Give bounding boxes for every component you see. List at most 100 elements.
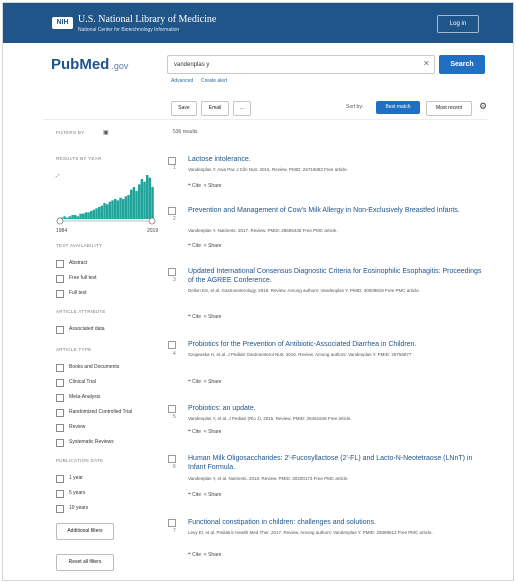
result-title[interactable]: Prevention and Management of Cow's Milk …: [188, 206, 488, 215]
year-bar[interactable]: [92, 209, 96, 219]
year-bar[interactable]: [74, 215, 77, 219]
year-bar[interactable]: [111, 200, 114, 219]
year-bar[interactable]: [151, 187, 154, 219]
result-checkbox[interactable]: [168, 207, 176, 215]
full-text-checkbox[interactable]: [56, 290, 64, 298]
cite-button[interactable]: Cite: [192, 183, 201, 189]
year-bar[interactable]: [68, 216, 72, 219]
full-text-label[interactable]: Full text: [69, 290, 87, 296]
share-button[interactable]: Share: [208, 183, 221, 189]
year-bar[interactable]: [95, 208, 98, 219]
review-checkbox[interactable]: [56, 424, 64, 432]
systematic-reviews-checkbox[interactable]: [56, 439, 64, 447]
free-full-text-checkbox[interactable]: [56, 275, 64, 283]
systematic-reviews-label[interactable]: Systematic Reviews: [69, 439, 114, 445]
year-bar[interactable]: [63, 216, 66, 219]
sort-best-match-button[interactable]: Best match: [376, 101, 420, 114]
share-button[interactable]: Share: [208, 492, 221, 498]
year-bar[interactable]: [127, 195, 130, 219]
one-year-label[interactable]: 1 year: [69, 475, 83, 481]
year-bar[interactable]: [66, 217, 69, 219]
email-button[interactable]: Email: [201, 101, 229, 116]
year-bar[interactable]: [135, 191, 138, 219]
login-button[interactable]: Log in: [437, 15, 479, 33]
cite-button[interactable]: Cite: [192, 552, 201, 558]
more-actions-button[interactable]: ...: [233, 101, 251, 116]
cite-button[interactable]: Cite: [192, 379, 201, 385]
cite-button[interactable]: Cite: [192, 314, 201, 320]
advanced-search-link[interactable]: Advanced: [171, 78, 193, 84]
year-bar[interactable]: [79, 213, 82, 219]
year-bar[interactable]: [146, 175, 149, 219]
sort-most-recent-button[interactable]: Most recent: [426, 101, 472, 116]
search-button[interactable]: Search: [439, 55, 485, 74]
additional-filters-button[interactable]: Additional filters: [56, 523, 114, 540]
year-bar[interactable]: [122, 199, 125, 219]
pubmed-logo[interactable]: PubMed .gov: [51, 56, 128, 73]
year-bar[interactable]: [124, 196, 128, 219]
save-button[interactable]: Save: [171, 101, 197, 116]
result-checkbox[interactable]: [168, 405, 176, 413]
share-button[interactable]: Share: [208, 243, 221, 249]
result-title[interactable]: Updated International Consensus Diagnost…: [188, 267, 488, 285]
year-bar[interactable]: [140, 179, 144, 219]
clinical-trial-label[interactable]: Clinical Trial: [69, 379, 96, 385]
year-bar[interactable]: [82, 213, 85, 219]
year-bar[interactable]: [132, 187, 136, 219]
result-checkbox[interactable]: [168, 455, 176, 463]
close-icon[interactable]: ✕: [423, 59, 430, 68]
books-documents-checkbox[interactable]: [56, 364, 64, 372]
year-bar[interactable]: [119, 197, 122, 219]
result-checkbox[interactable]: [168, 157, 176, 165]
ten-years-label[interactable]: 10 years: [69, 505, 88, 511]
review-label[interactable]: Review: [69, 424, 85, 430]
year-bar[interactable]: [148, 177, 152, 219]
gear-icon[interactable]: ⚙: [479, 101, 487, 112]
filter-toggle-icon[interactable]: ▣: [103, 129, 109, 136]
year-bar[interactable]: [71, 215, 74, 219]
rct-checkbox[interactable]: [56, 409, 64, 417]
rct-label[interactable]: Randomized Controlled Trial: [69, 409, 132, 415]
results-by-year-chart[interactable]: [56, 169, 156, 227]
nih-logo[interactable]: NIH: [52, 17, 73, 29]
year-bar[interactable]: [114, 199, 117, 219]
books-documents-label[interactable]: Books and Documents: [69, 364, 119, 370]
share-button[interactable]: Share: [208, 552, 221, 558]
result-title[interactable]: Functional constipation in children: cha…: [188, 518, 488, 527]
result-title[interactable]: Human Milk Oligosaccharides: 2'-Fucosyll…: [188, 454, 488, 472]
year-bar[interactable]: [116, 200, 120, 219]
abstract-checkbox[interactable]: [56, 260, 64, 268]
share-button[interactable]: Share: [208, 314, 221, 320]
meta-analysis-label[interactable]: Meta-Analysis: [69, 394, 100, 400]
cite-button[interactable]: Cite: [192, 429, 201, 435]
ten-years-checkbox[interactable]: [56, 505, 64, 513]
meta-analysis-checkbox[interactable]: [56, 394, 64, 402]
clinical-trial-checkbox[interactable]: [56, 379, 64, 387]
free-full-text-label[interactable]: Free full text: [69, 275, 97, 281]
cite-button[interactable]: Cite: [192, 492, 201, 498]
abstract-label[interactable]: Abstract: [69, 260, 87, 266]
year-bar[interactable]: [98, 207, 101, 219]
associated-data-label[interactable]: Associated data: [69, 326, 105, 332]
year-bar[interactable]: [76, 216, 80, 219]
year-bar[interactable]: [143, 181, 146, 219]
nlm-title[interactable]: U.S. National Library of Medicine: [78, 14, 216, 25]
result-checkbox[interactable]: [168, 341, 176, 349]
year-bar[interactable]: [106, 204, 109, 219]
share-button[interactable]: Share: [208, 429, 221, 435]
result-title[interactable]: Lactose intolerance.: [188, 155, 488, 164]
one-year-checkbox[interactable]: [56, 475, 64, 483]
year-bar[interactable]: [84, 212, 88, 219]
result-title[interactable]: Probiotics: an update.: [188, 404, 488, 413]
year-bar[interactable]: [103, 203, 106, 219]
five-years-checkbox[interactable]: [56, 490, 64, 498]
search-input[interactable]: vandenplas y: [167, 55, 435, 74]
year-bar[interactable]: [87, 212, 90, 219]
result-title[interactable]: Probiotics for the Prevention of Antibio…: [188, 340, 488, 349]
year-bar[interactable]: [108, 201, 112, 219]
associated-data-checkbox[interactable]: [56, 326, 64, 334]
year-bar[interactable]: [138, 184, 141, 219]
year-bar[interactable]: [100, 205, 104, 219]
cite-button[interactable]: Cite: [192, 243, 201, 249]
create-alert-link[interactable]: Create alert: [201, 78, 227, 84]
